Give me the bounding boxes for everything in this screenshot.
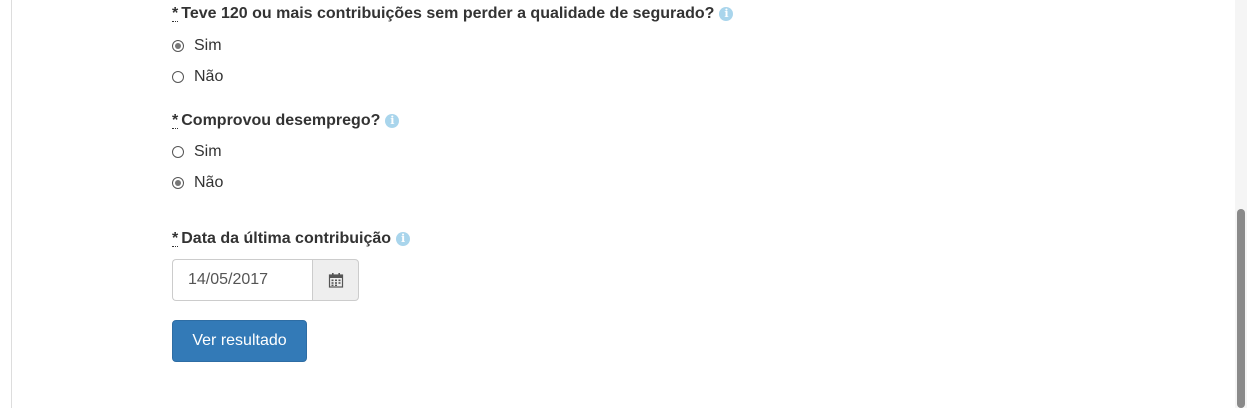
info-icon[interactable]: i (385, 114, 400, 128)
required-mark: * (172, 112, 179, 129)
radio-option-q2-nao[interactable]: Não (172, 173, 223, 193)
scrollbar-thumb[interactable] (1237, 209, 1245, 408)
question-120-contributions: * Teve 120 ou mais contribuições sem perd… (172, 4, 734, 24)
date-input-group: 14/05/2017 (172, 259, 359, 301)
radio-label: Sim (194, 37, 222, 54)
required-mark: * (172, 5, 179, 22)
panel-left-border (11, 0, 12, 408)
radio-button[interactable] (172, 71, 184, 83)
question-label: Teve 120 ou mais contribuições sem perde… (181, 5, 715, 22)
ver-resultado-button[interactable]: Ver resultado (172, 320, 307, 362)
scrollbar[interactable] (1235, 0, 1247, 408)
radio-label: Não (194, 174, 224, 191)
question-unemployment: * Comprovou desemprego? i (172, 111, 400, 131)
question-label: Comprovou desemprego? (181, 112, 381, 129)
radio-option-q2-sim[interactable]: Sim (172, 142, 222, 162)
info-icon[interactable]: i (719, 7, 734, 21)
radio-button-checked[interactable] (172, 40, 184, 52)
radio-button-checked[interactable] (172, 177, 184, 189)
question-last-contribution-date: * Data da última contribuição i (172, 229, 411, 249)
info-icon[interactable]: i (396, 232, 411, 246)
radio-button[interactable] (172, 146, 184, 158)
date-field[interactable]: 14/05/2017 (172, 259, 312, 301)
radio-label: Não (194, 68, 224, 85)
calendar-icon (328, 273, 343, 288)
radio-option-q1-nao[interactable]: Não (172, 67, 223, 87)
radio-label: Sim (194, 143, 222, 160)
calendar-button[interactable] (312, 259, 359, 301)
question-label: Data da última contribuição (181, 230, 392, 247)
required-mark: * (172, 230, 179, 247)
radio-option-q1-sim[interactable]: Sim (172, 36, 222, 56)
